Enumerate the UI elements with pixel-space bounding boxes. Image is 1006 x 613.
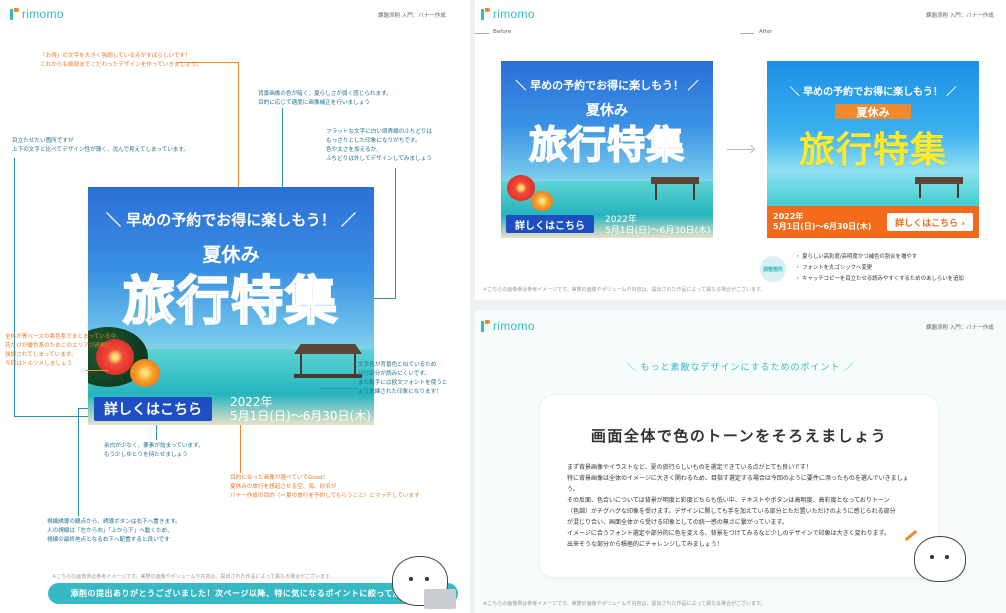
hut-roof (915, 177, 963, 184)
adjustment-badge: 調整箇所 (760, 256, 786, 282)
note-3: フラットな文字に白い境界線のふちどりは もっさりとした印象になりがちです。 色や太さ… (326, 129, 433, 162)
card-title: 画面全体で色のトーンをそろえましょう (590, 427, 888, 445)
footnote: ※こちらの画像例は参考イメージです。実際の画像やボリュームや内容は、提出された作… (483, 601, 766, 607)
header-course-label: 課題添削 入門：バナー作成 (926, 13, 994, 19)
mascot-icon (914, 536, 966, 582)
banner-dates: 5月1日(日)～6月30日(木) (230, 409, 371, 423)
leader-line (86, 370, 108, 371)
banner-dates: 5月1日(日)～6月30日(木) (605, 226, 711, 236)
logo: rimomo (481, 7, 535, 21)
note-2: 背景画像の色が暗く、夏らしさが弱く感じられます。 目的に応じて適度に画像補正を行い… (258, 91, 392, 106)
header-course-label: 課題添削 入門：バナー作成 (378, 13, 446, 19)
banner-before-large: ＼ 早めの予約でお得に楽しもう！ ／ 夏休み 旅行特集 詳しくはこちら 2022… (88, 187, 374, 425)
logo: rimomo (10, 7, 64, 21)
note-5: 全体が青ベースの寒色系でまとまっている中、 花だけが暖色系のためこのエリアが過剰に… (5, 334, 122, 367)
adjustment-points: ・ 夏らしい高彩度/高明度かつ補色の割合を増やす・ フォントを丸ゴシックへ変更・… (795, 254, 964, 282)
note-8: 目的に合った画像が選べていてGood！ 夏休みの旅行を想起させる空、海、砂浜が バナ… (230, 475, 420, 499)
arrow-head (746, 144, 756, 154)
detail-button[interactable]: 詳しくはこちら (506, 215, 594, 233)
banner-title: 旅行特集 (798, 130, 947, 171)
logo-mark-icon (481, 319, 490, 332)
hut-posts (655, 184, 695, 200)
footnote: ※こちらの画像例は参考イメージです。実際の画像やボリュームや内容は、提出された作… (483, 287, 766, 293)
banner-title: 旅行特集 (528, 122, 685, 168)
hut-roof (651, 177, 699, 184)
banner-after: ＼ 早めの予約でお得に楽しもう！ ／ 夏休み 旅行特集 2022年 5月1日(日… (767, 61, 979, 238)
footnote: ※こちらの画像例は参考イメージです。実際の画像やボリュームや内容は、提出された作… (52, 574, 335, 580)
leader-line (14, 158, 15, 416)
leader-line (240, 425, 241, 473)
points-heading: ＼ もっと素敵なデザインにするためのポイント ／ (626, 363, 855, 373)
flower-orange-icon (130, 359, 160, 387)
laptop-icon (424, 589, 456, 609)
leader-line (78, 408, 88, 409)
header-course-label: 課題添削 入門：バナー作成 (926, 325, 994, 331)
note-9: 視線誘導の観点から、誘導ボタンは右下へ置きます。 人の視線は「左から右」「上から下… (47, 519, 181, 543)
logo: rimomo (481, 319, 535, 333)
detail-button-after[interactable]: 詳しくはこちら › (887, 213, 973, 231)
before-label: Before (493, 29, 512, 35)
leader-line (178, 62, 238, 63)
note-7: 余白が少なく、要素が詰まっています。 もう少しゆとりを持たせましょう (104, 443, 204, 458)
after-label: After (759, 29, 773, 35)
divider (475, 33, 489, 34)
detail-button[interactable]: 詳しくはこちら (94, 397, 212, 421)
note-1: 「お得」の文字を大きく強調している点がすばらしいです！ これからも細部までこだわっ… (40, 53, 202, 68)
banner-title: 旅行特集 (122, 271, 339, 333)
hut-posts (919, 184, 959, 198)
feedback-panel-left: rimomo 課題添削 入門：バナー作成 「お得」の文字を大きく強調している点が… (0, 0, 470, 613)
hut-roof (294, 344, 362, 354)
leader-line (320, 388, 358, 389)
logo-mark-icon (10, 7, 19, 20)
banner-tagline: ＼ 早めの予約でお得に楽しもう！ ／ (106, 211, 356, 229)
banner-before-small: ＼ 早めの予約でお得に楽しもう！ ／ 夏休み 旅行特集 詳しくはこちら 2022… (501, 61, 713, 238)
banner-tagline: ＼ 早めの予約でお得に楽しもう！ ／ (515, 79, 699, 92)
hut-deck (294, 374, 362, 378)
flower-orange-icon (531, 191, 553, 211)
before-after-panel: rimomo 課題添削 入門：バナー作成 Before After ＼ 早めの予… (475, 0, 1006, 300)
advice-card: 画面全体で色のトーンをそろえましょう まず背景画像やイラストなど、夏の旅行らしい… (540, 395, 938, 577)
leader-line (282, 108, 283, 190)
card-body: まず背景画像やイラストなど、夏の旅行らしいものを選定できている点がとても良いです… (567, 464, 909, 548)
leader-line (395, 168, 396, 298)
logo-mark-icon (481, 7, 490, 20)
banner-sub: 夏休み (856, 106, 890, 119)
leader-line (78, 408, 79, 516)
banner-tagline: ＼ 早めの予約でお得に楽しもう！ ／ (789, 87, 957, 98)
note-6: 文字色が背景色と似ているため 日付部分が読みにくいです。 また数字には欧文フォントを… (358, 362, 448, 395)
leader-line (156, 425, 157, 440)
banner-dates: 5月1日(日)～6月30日(木) (773, 222, 872, 231)
note-4: 目立たせたい箇所ですが 上下の文字と比べてデザイン性が薄く、沈んで見えてしまってい… (12, 138, 190, 153)
divider (740, 33, 754, 34)
hut-posts (300, 354, 356, 376)
